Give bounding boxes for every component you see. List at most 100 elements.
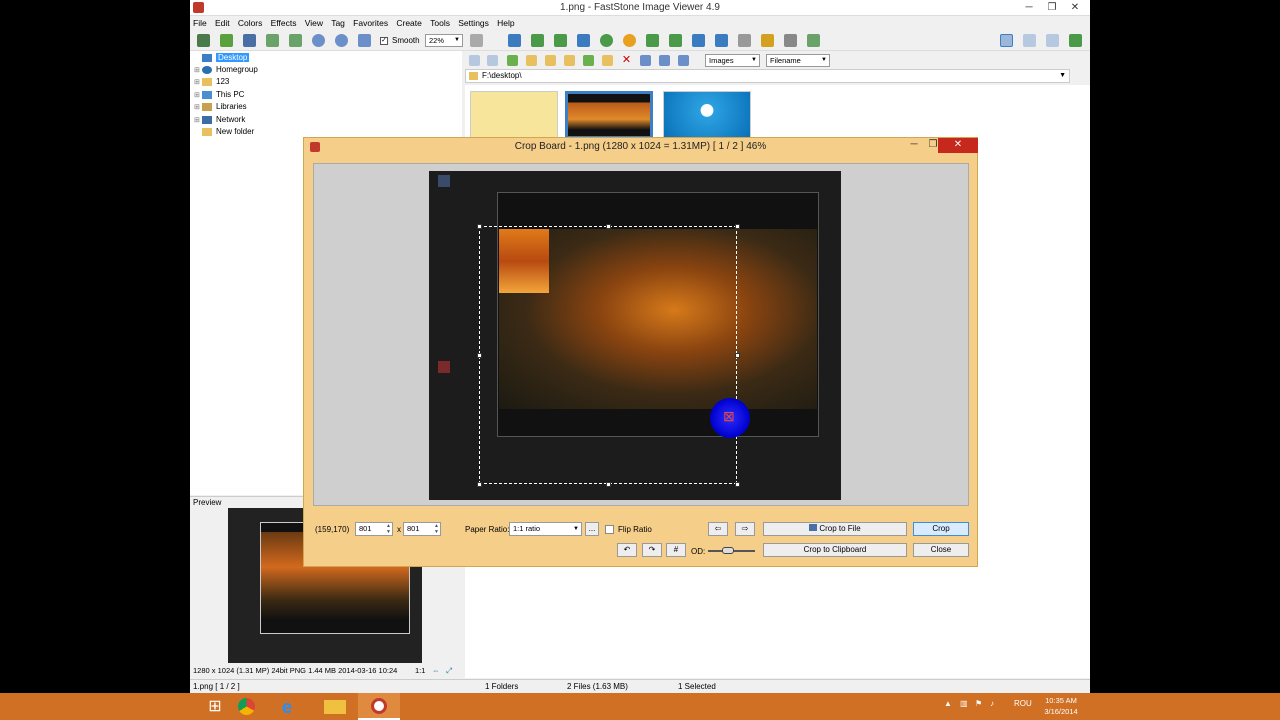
zoom-out-icon[interactable]: [335, 34, 348, 47]
draw-icon[interactable]: [738, 34, 751, 47]
tray-arrow-icon[interactable]: ▲: [944, 699, 952, 708]
next-image-icon[interactable]: ⇨: [735, 522, 755, 536]
menu-effects[interactable]: Effects: [268, 16, 300, 28]
close-button[interactable]: ✕: [1064, 0, 1086, 16]
list-icon[interactable]: [678, 55, 689, 66]
menu-tools[interactable]: Tools: [427, 16, 453, 28]
person-icon[interactable]: [600, 34, 613, 47]
browse-icon[interactable]: [197, 34, 210, 47]
save-icon[interactable]: [243, 34, 256, 47]
menu-help[interactable]: Help: [494, 16, 517, 28]
copy-to-icon[interactable]: [564, 55, 575, 66]
maximize-button[interactable]: ❐: [1041, 0, 1063, 16]
crop-close-x-button[interactable]: ✕: [938, 138, 978, 153]
chevron-down-icon[interactable]: ▼: [1059, 70, 1066, 82]
rotate-left-icon[interactable]: ↶: [617, 543, 637, 557]
crop-selection[interactable]: [477, 224, 740, 487]
thumbnail-folder[interactable]: [470, 91, 558, 139]
folder-up-icon[interactable]: [507, 55, 518, 66]
expand-icon[interactable]: ⤢: [446, 664, 452, 678]
close-button[interactable]: Close: [913, 543, 969, 557]
resize-handle-sw[interactable]: [477, 482, 482, 487]
layout-2-icon[interactable]: [1023, 34, 1036, 47]
rotate-left-icon[interactable]: [646, 34, 659, 47]
grid-icon[interactable]: [659, 55, 670, 66]
print-icon[interactable]: [784, 34, 797, 47]
export-icon[interactable]: [266, 34, 279, 47]
layout-3-icon[interactable]: [1046, 34, 1059, 47]
email-icon[interactable]: [761, 34, 774, 47]
menu-favorites[interactable]: Favorites: [350, 16, 391, 28]
fit-icon[interactable]: ⇔: [432, 664, 440, 678]
delete-icon[interactable]: ✕: [621, 55, 632, 66]
resize-icon[interactable]: [508, 34, 521, 47]
effects-icon[interactable]: [715, 34, 728, 47]
resize-handle-s[interactable]: [606, 482, 611, 487]
tree-item-desktop[interactable]: Desktop: [194, 52, 250, 64]
clock[interactable]: 10:35 AM 3/16/2014: [1036, 695, 1086, 717]
menu-tag[interactable]: Tag: [328, 16, 348, 28]
zoom-in-icon[interactable]: [312, 34, 325, 47]
histogram-icon[interactable]: [692, 34, 705, 47]
grid-toggle-icon[interactable]: #: [666, 543, 686, 557]
images-filter-select[interactable]: Images ▼: [705, 54, 760, 67]
paper-ratio-select[interactable]: 1:1 ratio ▼: [509, 522, 582, 536]
menu-create[interactable]: Create: [393, 16, 425, 28]
crop-width-input[interactable]: 801 ▲ ▼: [355, 522, 393, 536]
sort-select[interactable]: Filename ▼: [766, 54, 830, 67]
flag-tray-icon[interactable]: ⚑: [975, 699, 982, 708]
crop-height-input[interactable]: 801 ▲ ▼: [403, 522, 441, 536]
more-button[interactable]: ...: [585, 522, 599, 536]
language-indicator[interactable]: ROU: [1014, 699, 1032, 708]
resize-handle-se[interactable]: [735, 482, 740, 487]
tree-item-homegroup[interactable]: ⊞ Homegroup: [194, 64, 258, 76]
actual-size-icon[interactable]: [358, 34, 371, 47]
path-bar[interactable]: F:\desktop\ ▼: [465, 69, 1070, 83]
thumbnail-1png[interactable]: [565, 91, 653, 139]
slideshow-icon[interactable]: [289, 34, 302, 47]
crop-icon[interactable]: [531, 34, 544, 47]
edit-icon[interactable]: [554, 34, 567, 47]
resize-handle-n[interactable]: [606, 224, 611, 229]
layout-1-icon[interactable]: [1000, 34, 1013, 47]
crop-to-clipboard-button[interactable]: Crop to Clipboard: [763, 543, 907, 557]
menu-settings[interactable]: Settings: [455, 16, 492, 28]
resize-handle-ne[interactable]: [735, 224, 740, 229]
prev-image-icon[interactable]: ⇦: [708, 522, 728, 536]
menu-view[interactable]: View: [302, 16, 326, 28]
menu-file[interactable]: File: [190, 16, 210, 28]
flip-ratio-checkbox[interactable]: [605, 525, 614, 534]
tree-item-123[interactable]: ⊞ 123: [194, 76, 229, 88]
move-to-icon[interactable]: [583, 55, 594, 66]
new-folder-icon[interactable]: [545, 55, 556, 66]
open-folder-icon[interactable]: [220, 34, 233, 47]
tree-item-new-folder[interactable]: New folder: [194, 126, 254, 138]
tree-item-libraries[interactable]: ⊞ Libraries: [194, 101, 247, 113]
zoom-select[interactable]: 22% ▼: [425, 34, 463, 47]
tree-item-this-pc[interactable]: ⊞ This PC: [194, 89, 244, 101]
minimize-button[interactable]: ─: [1018, 0, 1040, 16]
fit-window-icon[interactable]: [1069, 34, 1082, 47]
crop-canvas[interactable]: [313, 163, 969, 506]
compare-icon[interactable]: [577, 34, 590, 47]
rotate-right-icon[interactable]: ↷: [642, 543, 662, 557]
resize-handle-w[interactable]: [477, 353, 482, 358]
menu-edit[interactable]: Edit: [212, 16, 233, 28]
sun-icon[interactable]: [623, 34, 636, 47]
smooth-checkbox[interactable]: ✓: [380, 37, 388, 45]
chrome-taskbar-button[interactable]: [226, 693, 268, 720]
favorites-folder-icon[interactable]: [526, 55, 537, 66]
explorer-taskbar-button[interactable]: [314, 693, 356, 720]
faststone-taskbar-button[interactable]: [358, 693, 400, 720]
resize-handle-e[interactable]: [735, 353, 740, 358]
thumbnails-icon[interactable]: [640, 55, 651, 66]
back-icon[interactable]: [469, 55, 480, 66]
opacity-slider-thumb[interactable]: [722, 547, 734, 554]
spinner-icon[interactable]: ▲ ▼: [386, 523, 391, 535]
full-screen-icon[interactable]: [807, 34, 820, 47]
volume-tray-icon[interactable]: ♪: [990, 699, 994, 708]
menu-colors[interactable]: Colors: [235, 16, 266, 28]
network-tray-icon[interactable]: ▥: [960, 699, 968, 708]
resize-handle-nw[interactable]: [477, 224, 482, 229]
forward-icon[interactable]: [487, 55, 498, 66]
